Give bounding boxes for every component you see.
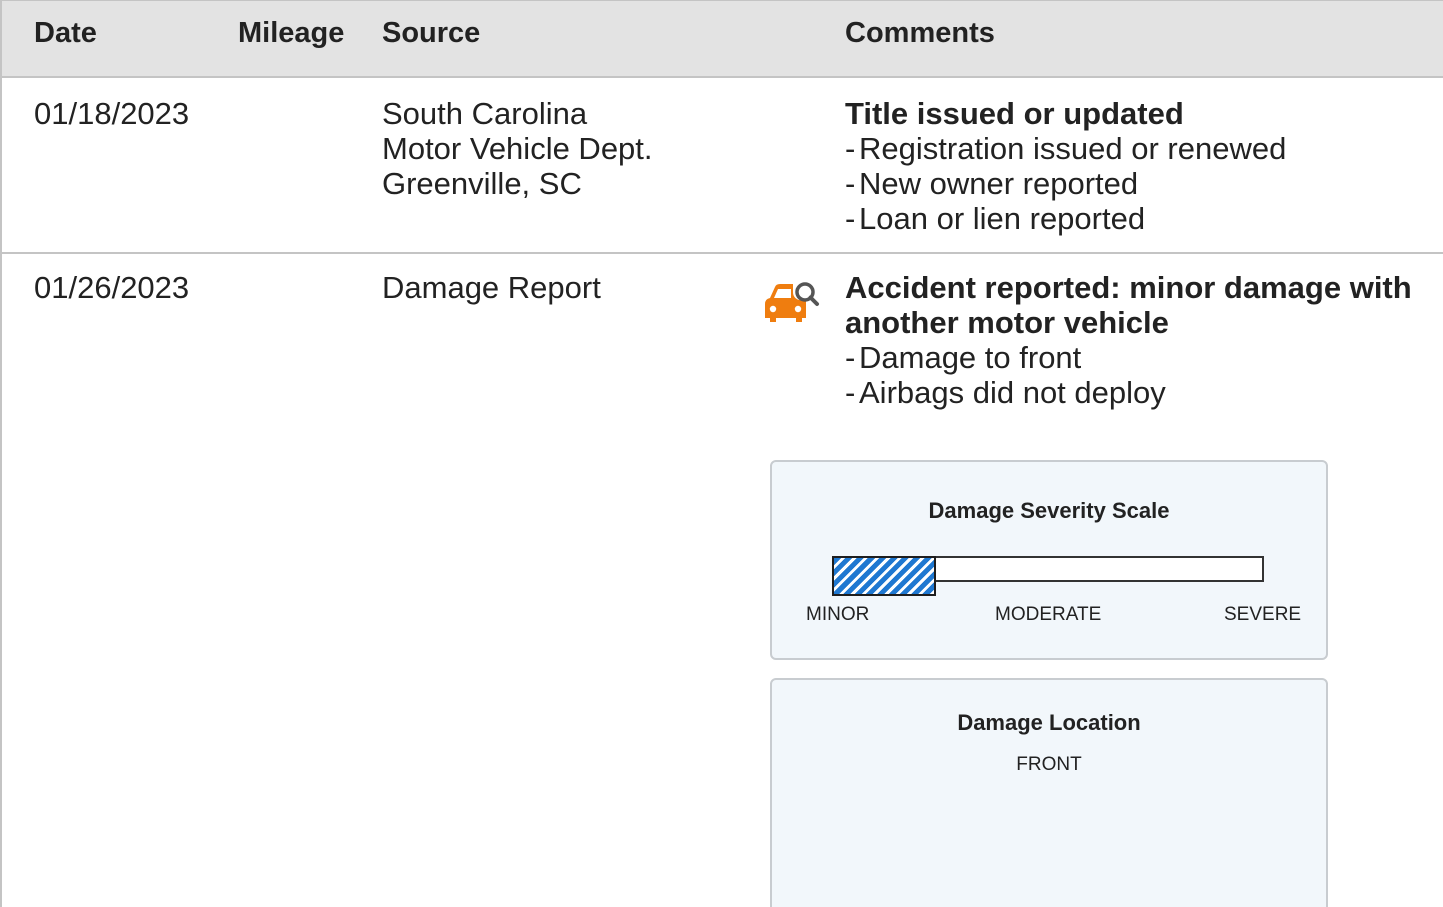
record-source: South Carolina Motor Vehicle Dept. Green… [382,96,653,201]
bullet-dash: - [845,201,856,236]
row-divider [2,252,1443,254]
record-date: 01/18/2023 [34,96,190,131]
damage-location-value: FRONT [1016,754,1082,775]
source-line: Greenville, SC [382,166,582,201]
comment-title: Accident reported: minor damage with ano… [845,270,1412,340]
damage-location-panel: Damage Location FRONT [770,678,1328,907]
comment-item-text: Registration issued or renewed [859,131,1287,166]
column-header-date[interactable]: Date [34,17,97,50]
vehicle-history-table: Date Mileage Source Comments 01/18/2023 … [0,0,1443,907]
damage-severity-fill [832,556,936,596]
record-date: 01/26/2023 [34,270,190,305]
bullet-dash: - [845,340,856,375]
car-damage-search-icon [765,282,819,322]
comment-item-text: Loan or lien reported [859,201,1146,236]
bullet-dash: - [845,131,856,166]
source-line: Damage Report [382,270,601,305]
damage-severity-panel: Damage Severity Scale MINOR MODERATE SEV… [770,460,1328,660]
source-line: Motor Vehicle Dept. [382,131,653,166]
comment-item-text: Airbags did not deploy [859,375,1166,410]
severity-label-minor: MINOR [806,604,870,625]
record-comments: Accident reported: minor damage with ano… [845,270,1425,410]
damage-severity-title: Damage Severity Scale [928,498,1170,523]
comment-title: Title issued or updated [845,96,1184,131]
bullet-dash: - [845,375,856,410]
comment-item: - Airbags did not deploy [845,375,1425,410]
severity-label-severe: SEVERE [1224,604,1302,625]
comment-item: - Registration issued or renewed [845,131,1286,166]
comment-item-text: Damage to front [859,340,1082,375]
table-header: Date Mileage Source Comments [2,0,1443,78]
comment-item: - Damage to front [845,340,1425,375]
severity-label-moderate: MODERATE [995,604,1102,625]
column-header-mileage[interactable]: Mileage [238,17,344,50]
record-comments: Title issued or updated - Registration is… [845,96,1286,236]
record-source: Damage Report [382,270,601,305]
source-line: South Carolina [382,96,588,131]
comment-item: - Loan or lien reported [845,201,1286,236]
column-header-source[interactable]: Source [382,17,480,50]
comment-item: - New owner reported [845,166,1286,201]
damage-severity-bar [832,556,1264,596]
comment-item-text: New owner reported [859,166,1139,201]
bullet-dash: - [845,166,856,201]
column-header-comments[interactable]: Comments [845,17,995,50]
damage-location-title: Damage Location [957,710,1141,735]
